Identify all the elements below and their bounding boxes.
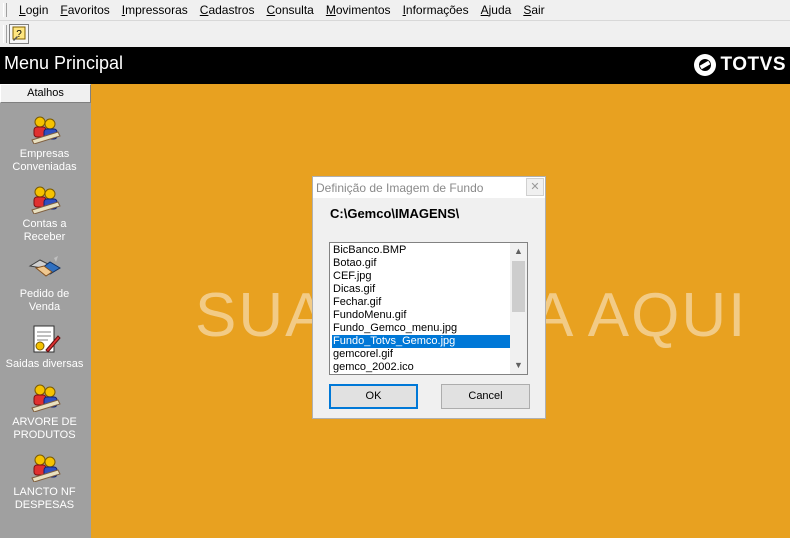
- menu-ajuda[interactable]: Ajuda: [475, 1, 518, 19]
- shortcut-empresas-conveniadas[interactable]: Empresas Conveniadas: [0, 114, 89, 174]
- list-item-selected[interactable]: Fundo_Totvs_Gemco.jpg: [332, 335, 512, 348]
- page-title: Menu Principal: [4, 53, 124, 73]
- background-text-right: A AQUI: [532, 281, 748, 350]
- list-item[interactable]: gemco_2002.ico: [332, 361, 512, 374]
- users-icon: [30, 384, 61, 412]
- list-item[interactable]: Fechar.gif: [332, 296, 512, 309]
- users-icon: [30, 116, 61, 144]
- scroll-up-icon[interactable]: ▲: [510, 243, 527, 260]
- shortcut-label: Contas a Receber: [22, 218, 67, 243]
- help-key-button[interactable]: ?: [9, 24, 29, 44]
- totvs-logo: TOTVS: [693, 53, 787, 77]
- shortcut-label: LANCTO NF DESPESAS: [13, 486, 76, 511]
- close-icon: ✕: [530, 181, 540, 193]
- shortcut-arvore-de-produtos[interactable]: ARVORE DE PRODUTOS: [0, 382, 89, 442]
- svg-text:?: ?: [16, 29, 22, 40]
- toolbar-grip: [3, 25, 7, 43]
- shortcuts-sidebar: Atalhos Empresas Conveniadas Contas a Re…: [0, 84, 91, 538]
- dialog-close-button[interactable]: ✕: [526, 178, 544, 196]
- dialog-titlebar[interactable]: Definição de Imagem de Fundo ✕: [313, 177, 545, 198]
- background-text-left: SUA: [195, 281, 329, 350]
- cancel-button[interactable]: Cancel: [441, 384, 530, 409]
- list-item[interactable]: FundoMenu.gif: [332, 309, 512, 322]
- list-item[interactable]: Botao.gif: [332, 257, 512, 270]
- menu-favoritos[interactable]: Favoritos: [54, 1, 115, 19]
- dialog-title: Definição de Imagem de Fundo: [316, 181, 484, 195]
- shortcuts-tab[interactable]: Atalhos: [0, 84, 91, 103]
- help-key-icon: ?: [12, 26, 26, 41]
- handshake-icon: [28, 256, 61, 277]
- logo-text: TOTVS: [720, 54, 786, 75]
- menu-informacoes[interactable]: Informações: [397, 1, 475, 19]
- users-icon: [30, 186, 61, 214]
- list-item[interactable]: BicBanco.BMP: [332, 244, 512, 257]
- menubar-grip: [3, 3, 7, 17]
- menu-bar: Login Favoritos Impressoras Cadastros Co…: [0, 0, 790, 20]
- list-item[interactable]: Fundo_Gemco_menu.jpg: [332, 322, 512, 335]
- app-header: Menu Principal TOTVS: [0, 47, 790, 84]
- list-scrollbar[interactable]: ▲ ▼: [510, 243, 527, 374]
- menu-consulta[interactable]: Consulta: [260, 1, 319, 19]
- list-item[interactable]: CEF.jpg: [332, 270, 512, 283]
- shortcut-label: Saidas diversas: [5, 358, 84, 370]
- toolbar: ?: [0, 21, 790, 47]
- shortcut-label: Pedido de Venda: [19, 288, 70, 313]
- shortcut-pedido-de-venda[interactable]: Pedido de Venda: [0, 254, 89, 314]
- menu-cadastros[interactable]: Cadastros: [194, 1, 261, 19]
- directory-path: C:\Gemco\IMAGENS\: [330, 206, 460, 221]
- document-pen-icon: [33, 325, 61, 353]
- scroll-down-icon[interactable]: ▼: [510, 357, 527, 374]
- list-item[interactable]: gemcorel.gif: [332, 348, 512, 361]
- totvs-logo-icon: [693, 54, 716, 76]
- users-icon: [30, 454, 61, 482]
- shortcut-saidas-diversas[interactable]: Saidas diversas: [0, 324, 89, 371]
- ok-button[interactable]: OK: [329, 384, 418, 409]
- scrollbar-thumb[interactable]: [512, 261, 525, 312]
- list-item[interactable]: Dicas.gif: [332, 283, 512, 296]
- shortcut-lancto-nf-despesas[interactable]: LANCTO NF DESPESAS: [0, 452, 89, 512]
- background-image-dialog: Definição de Imagem de Fundo ✕ C:\Gemco\…: [312, 176, 546, 419]
- shortcut-contas-a-receber[interactable]: Contas a Receber: [0, 184, 89, 244]
- shortcut-label: Empresas Conveniadas: [12, 148, 77, 173]
- menu-impressoras[interactable]: Impressoras: [116, 1, 194, 19]
- menu-login[interactable]: Login: [13, 1, 54, 19]
- menu-sair[interactable]: Sair: [517, 1, 550, 19]
- file-listbox[interactable]: BicBanco.BMP Botao.gif CEF.jpg Dicas.gif…: [329, 242, 528, 375]
- menu-movimentos[interactable]: Movimentos: [320, 1, 397, 19]
- shortcut-label: ARVORE DE PRODUTOS: [12, 416, 77, 441]
